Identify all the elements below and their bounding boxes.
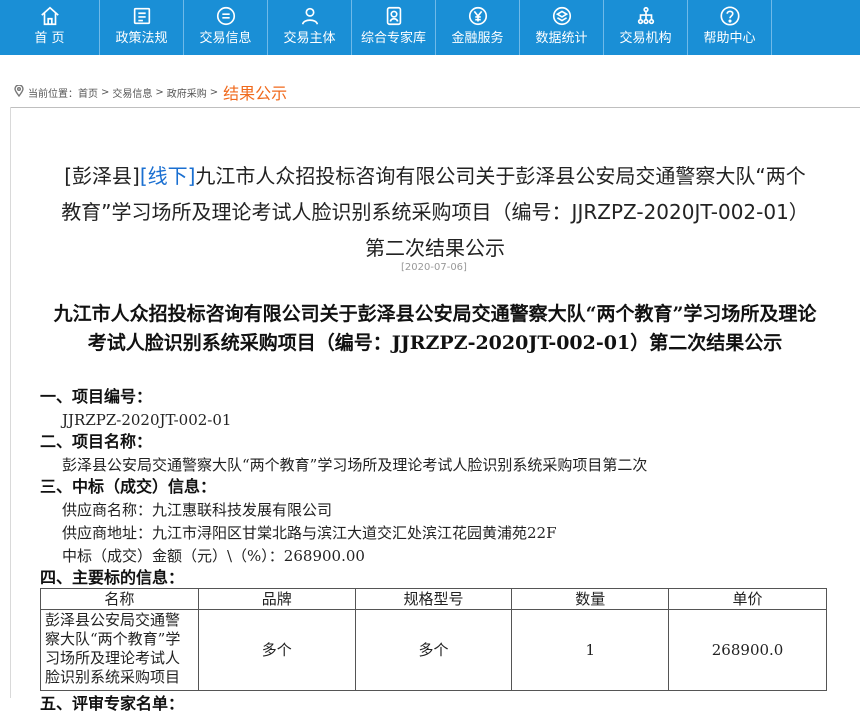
items-table: 名称 品牌 规格型号 数量 单价 彭泽县公安局交通警察大队“两个教育”学习场所及… [40,588,827,691]
supplier-name: 供应商名称：九江惠联科技发展有限公司 [62,501,333,519]
table-cell: 268900.0 [668,609,827,691]
project-number: JJRZPZ-2020JT-002-01 [62,411,232,429]
table-cell: 彭泽县公安局交通警察大队“两个教育”学习场所及理论考试人脸识别系统采购项目 [40,609,199,691]
home-icon [39,5,61,27]
title-region-tag[interactable]: [彭泽县] [64,164,140,188]
yen-icon [467,5,489,27]
nav-item-label: 数据统计 [535,31,588,46]
top-nav: 首 页 政策法规 交易信息 交易主体 综合专家库 金融服务 数据统计 交易机构 … [0,0,860,55]
supplier-address: 供应商地址：九江市浔阳区甘棠北路与滨江大道交汇处滨江花园黄浦苑22F [62,524,557,542]
breadcrumb-prefix: 当前位置： [28,88,78,100]
table-cell: 多个 [354,609,513,691]
nav-item-label: 交易主体 [283,31,336,46]
nav-item-label: 金融服务 [451,31,504,46]
column-header: 数量 [511,588,670,610]
nav-item-institutions[interactable]: 交易机构 [604,0,688,55]
table-cell: 1 [511,609,670,691]
breadcrumb-gov-procurement[interactable]: 政府采购 [167,85,207,100]
nav-item-label: 综合专家库 [360,31,426,46]
document-icon [131,5,153,27]
section-title: 二、项目名称： [40,432,153,451]
column-header: 品牌 [197,588,356,610]
breadcrumb: 当前位置： 首页 > 交易信息 > 政府采购 > 结果公示 [14,80,287,104]
nav-item-finance[interactable]: 金融服务 [436,0,520,55]
nav-item-subjects[interactable]: 交易主体 [268,0,352,55]
section-title: 五、评审专家名单： [40,694,185,713]
layers-icon [551,5,573,27]
page-title: [彭泽县][线下]九江市人众招投标咨询有限公司关于彭泽县公安局交通警察大队“两个… [55,158,815,266]
org-chart-icon [635,5,657,27]
nav-item-label: 政策法规 [115,31,168,46]
section-title: 三、中标（成交）信息： [40,477,217,496]
nav-item-label: 首 页 [34,31,65,46]
column-header: 规格型号 [354,588,513,610]
nav-item-label: 交易机构 [619,31,672,46]
breadcrumb-separator: > [209,86,219,98]
section-title: 四、主要标的信息： [40,568,185,587]
nav-item-statistics[interactable]: 数据统计 [520,0,604,55]
nav-item-home[interactable]: 首 页 [0,0,100,55]
breadcrumb-home[interactable]: 首页 [78,85,98,100]
nav-item-label: 帮助中心 [703,31,756,46]
user-icon [299,5,321,27]
nav-item-policy[interactable]: 政策法规 [100,0,184,55]
article-heading: 九江市人众招投标咨询有限公司关于彭泽县公安局交通警察大队“两个教育”学习场所及理… [53,303,817,354]
section-title: 一、项目编号： [40,387,153,406]
location-pin-icon [14,83,24,100]
nav-item-experts[interactable]: 综合专家库 [352,0,436,55]
publish-date: [2020-07-06] [401,262,467,273]
expert-badge-icon [383,5,405,27]
title-mode-tag[interactable]: [线下] [140,164,196,188]
breadcrumb-separator: > [101,86,110,98]
nav-item-help[interactable]: 帮助中心 [688,0,772,55]
content-border [10,107,11,698]
divider [10,107,860,108]
breadcrumb-current: 结果公示 [223,84,288,103]
nav-item-trade-info[interactable]: 交易信息 [184,0,268,55]
table-row: 彭泽县公安局交通警察大队“两个教育”学习场所及理论考试人脸识别系统采购项目 多个… [40,609,827,691]
breadcrumb-separator: > [155,86,164,98]
help-icon [719,5,741,27]
list-circle-icon [215,5,237,27]
nav-item-label: 交易信息 [199,31,252,46]
breadcrumb-trade-info[interactable]: 交易信息 [112,85,152,100]
award-amount: 中标（成交）金额（元）\（%）：268900.00 [62,547,365,565]
column-header: 名称 [40,588,199,610]
table-cell: 多个 [197,609,356,691]
column-header: 单价 [668,588,827,610]
table-header-row: 名称 品牌 规格型号 数量 单价 [40,588,827,610]
project-name: 彭泽县公安局交通警察大队“两个教育”学习场所及理论考试人脸识别系统采购项目第二次 [62,456,648,474]
